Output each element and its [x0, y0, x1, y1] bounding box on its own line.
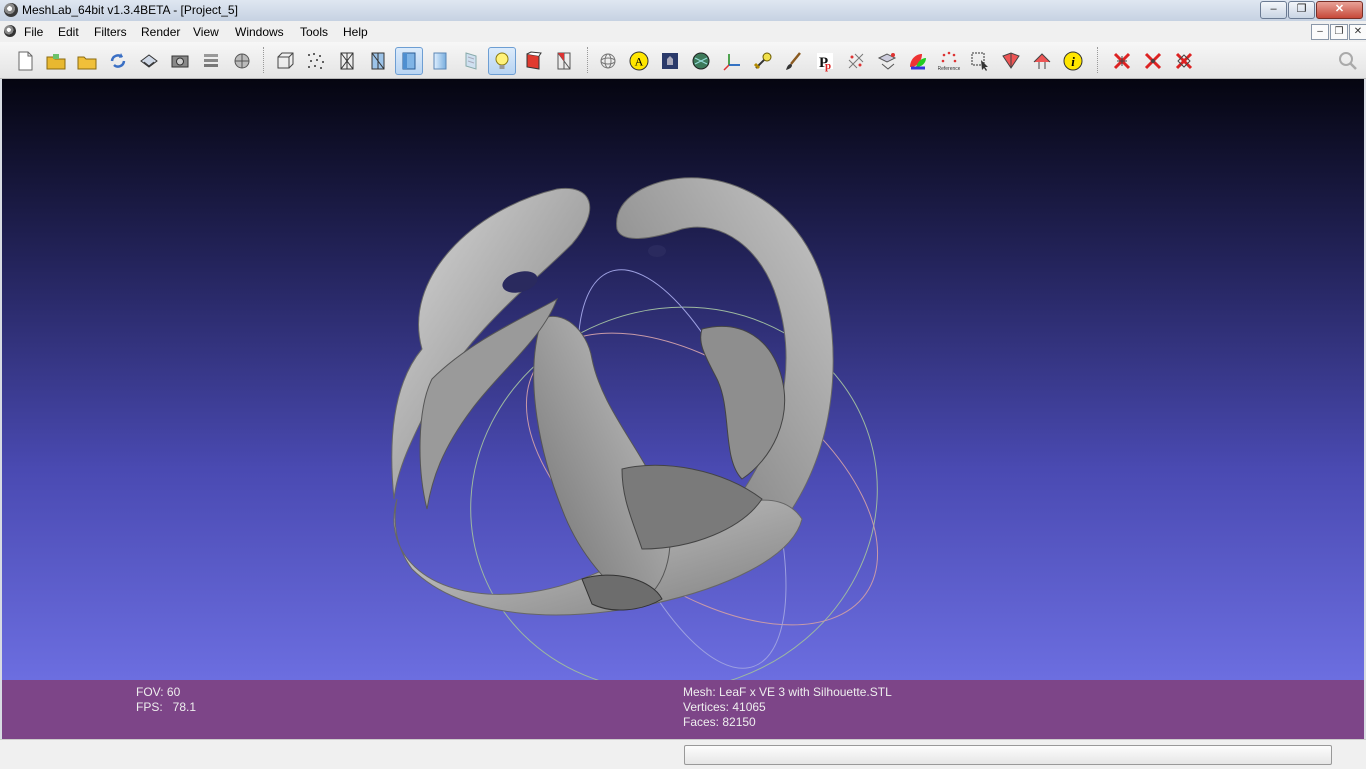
menu-view[interactable]: View — [193, 25, 219, 39]
measure-icon[interactable] — [749, 47, 777, 75]
info-icon[interactable]: i — [1059, 47, 1087, 75]
toolbar: A Pp Reference i — [0, 42, 1366, 79]
annotation-icon[interactable]: A — [625, 47, 653, 75]
menu-tools[interactable]: Tools — [300, 25, 328, 39]
vertices-label: Vertices: 41065 — [683, 700, 766, 714]
menu-help[interactable]: Help — [343, 25, 368, 39]
raster-layers-icon[interactable] — [228, 47, 256, 75]
reload-icon[interactable] — [104, 47, 132, 75]
smooth-shading-icon[interactable] — [426, 47, 454, 75]
manipulate-icon[interactable] — [873, 47, 901, 75]
maximize-button[interactable]: ❐ — [1288, 1, 1315, 19]
info-overlay: FOV: 60 FPS: 78.1 Mesh: LeaF x VE 3 with… — [2, 680, 1364, 739]
open-mesh-icon[interactable] — [73, 47, 101, 75]
window-title: MeshLab_64bit v1.3.4BETA - [Project_5] — [22, 3, 238, 17]
snapshot-icon[interactable] — [166, 47, 194, 75]
reference-icon[interactable]: Reference — [935, 47, 963, 75]
points-icon[interactable] — [302, 47, 330, 75]
title-bar: MeshLab_64bit v1.3.4BETA - [Project_5] –… — [0, 0, 1366, 22]
fov-label: FOV: 60 — [136, 685, 181, 699]
bounding-box-icon[interactable] — [271, 47, 299, 75]
mesh-model — [391, 177, 879, 680]
faces-label: Faces: 82150 — [683, 715, 756, 729]
delete-vertices-icon[interactable] — [1139, 47, 1167, 75]
texture-icon[interactable] — [457, 47, 485, 75]
menu-filters[interactable]: Filters — [94, 25, 127, 39]
save-icon[interactable] — [135, 47, 163, 75]
select-connected-icon[interactable] — [1028, 47, 1056, 75]
select-vertices-icon[interactable] — [842, 47, 870, 75]
menu-windows[interactable]: Windows — [235, 25, 284, 39]
menu-render[interactable]: Render — [141, 25, 180, 39]
layers-icon[interactable] — [197, 47, 225, 75]
toolbar-separator — [587, 47, 588, 73]
color-icon[interactable] — [904, 47, 932, 75]
open-project-icon[interactable] — [42, 47, 70, 75]
new-project-icon[interactable] — [11, 47, 39, 75]
hidden-lines-icon[interactable] — [364, 47, 392, 75]
wireframe-icon[interactable] — [333, 47, 361, 75]
selected-faces-icon[interactable] — [550, 47, 578, 75]
menu-bar: File Edit Filters Render View Windows To… — [0, 21, 1366, 42]
minimize-button[interactable]: – — [1260, 1, 1287, 19]
close-button[interactable]: ✕ — [1316, 1, 1363, 19]
flat-shading-icon[interactable] — [395, 47, 423, 75]
mdi-close-button[interactable]: ✕ — [1349, 24, 1366, 40]
toolbar-separator — [263, 47, 264, 73]
select-faces-icon[interactable] — [997, 47, 1025, 75]
menu-edit[interactable]: Edit — [58, 25, 79, 39]
align-icon[interactable] — [656, 47, 684, 75]
brush-icon[interactable] — [780, 47, 808, 75]
search-icon[interactable] — [1334, 47, 1362, 75]
mesh-ribbon-inner — [533, 315, 671, 605]
svg-text:p: p — [825, 60, 831, 72]
status-bar — [0, 739, 1366, 769]
document-icon[interactable] — [4, 25, 16, 37]
mesh-hole — [648, 245, 666, 257]
svg-text:Reference: Reference — [938, 66, 960, 72]
mesh-name-label: Mesh: LeaF x VE 3 with Silhouette.STL — [683, 685, 892, 699]
back-face-icon[interactable] — [519, 47, 547, 75]
progress-bar — [684, 745, 1332, 765]
svg-text:A: A — [635, 55, 644, 69]
svg-text:i: i — [1071, 54, 1075, 69]
pickpoints-icon[interactable]: Pp — [811, 47, 839, 75]
menu-file[interactable]: File — [24, 25, 43, 39]
mdi-restore-button[interactable]: ❐ — [1330, 24, 1348, 40]
mdi-minimize-button[interactable]: – — [1311, 24, 1329, 40]
trackball-icon[interactable] — [594, 47, 622, 75]
app-icon[interactable] — [4, 3, 18, 17]
light-icon[interactable] — [488, 47, 516, 75]
delete-faces-icon[interactable] — [1108, 47, 1136, 75]
paint-icon[interactable] — [687, 47, 715, 75]
select-region-icon[interactable] — [966, 47, 994, 75]
fps-label: FPS: 78.1 — [136, 700, 197, 714]
axis-icon[interactable] — [718, 47, 746, 75]
toolbar-separator — [1097, 47, 1098, 73]
delete-all-icon[interactable] — [1170, 47, 1198, 75]
3d-viewport[interactable] — [2, 79, 1364, 680]
